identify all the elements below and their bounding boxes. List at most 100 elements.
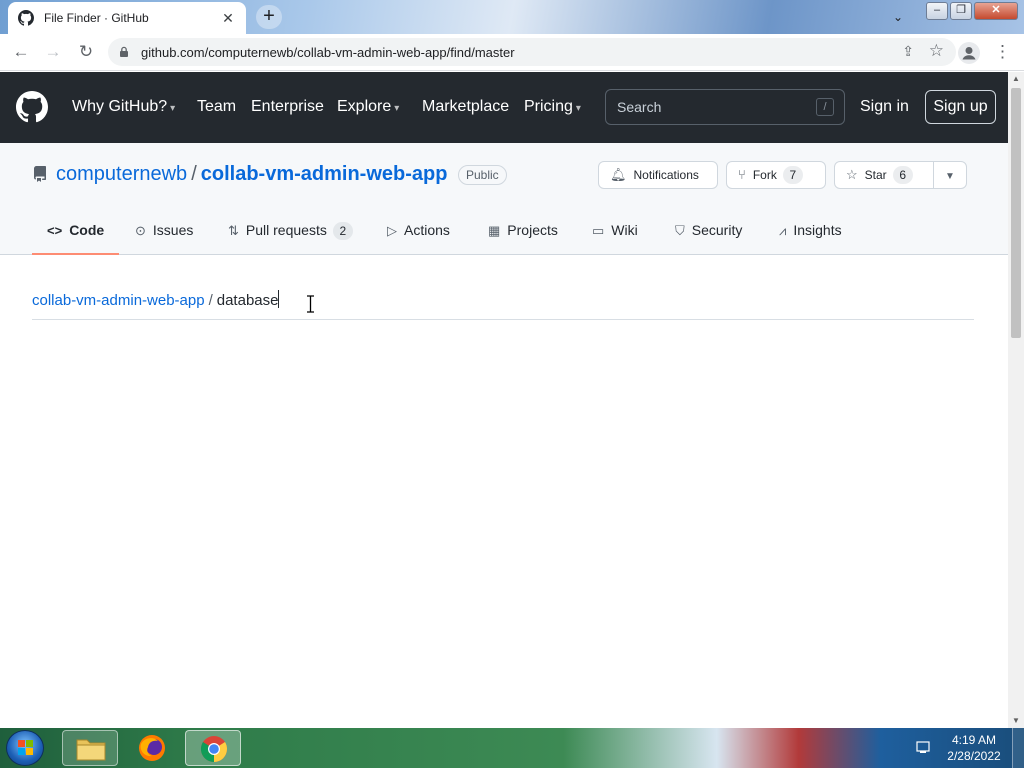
notifications-button[interactable]: 🔔︎ Notifications (598, 161, 718, 189)
nav-label: Explore (337, 98, 392, 115)
search-hotkey-badge: / (816, 98, 834, 116)
nav-marketplace[interactable]: Marketplace (422, 98, 509, 116)
star-dropdown-button[interactable]: ▼ (933, 161, 967, 189)
firefox-icon (139, 735, 165, 761)
tab-projects[interactable]: ▦ Projects (488, 211, 558, 255)
reload-icon[interactable]: ↻ (74, 40, 98, 64)
scrollbar-thumb[interactable] (1011, 88, 1021, 338)
taskbar-chrome[interactable] (185, 730, 241, 766)
file-finder-input[interactable]: database (217, 292, 279, 309)
scroll-down-arrow-icon[interactable]: ▼ (1008, 714, 1024, 728)
fork-count: 7 (782, 166, 803, 184)
table-icon: ▦ (488, 223, 501, 238)
page-scrollbar[interactable]: ▲ ▼ (1008, 72, 1024, 728)
tab-wiki[interactable]: ▭ Wiki (592, 211, 638, 255)
tab-insights[interactable]: ⩘ Insights (779, 211, 842, 255)
tab-actions[interactable]: ▷ Actions (387, 211, 450, 255)
bookmark-star-icon[interactable]: ☆ (929, 41, 944, 61)
search-input[interactable]: Search / (605, 89, 845, 125)
windows-logo-icon (18, 740, 33, 755)
tab-issues[interactable]: ⊙ Issues (135, 211, 193, 255)
lock-icon[interactable] (118, 46, 130, 58)
star-label: Star (864, 168, 887, 182)
window-close-button[interactable]: ✕ (974, 2, 1018, 20)
repo-owner-link[interactable]: computernewb (56, 163, 187, 185)
repo-icon (33, 166, 46, 182)
show-desktop-button[interactable] (1012, 728, 1024, 768)
browser-tab[interactable]: File Finder · GitHub ✕ (8, 2, 246, 34)
window-restore-button[interactable]: ❐ (950, 2, 972, 20)
file-finder: collab-vm-admin-web-app / database (32, 290, 974, 320)
graph-icon: ⩘ (779, 223, 787, 238)
nav-enterprise[interactable]: Enterprise (251, 98, 324, 116)
windows-taskbar: 4:19 AM 2/28/2022 (0, 728, 1024, 768)
browser-tab-strip: File Finder · GitHub ✕ + ⌄ – ❐ ✕ (0, 0, 1024, 34)
nav-label: Team (197, 98, 237, 115)
browser-toolbar: ← → ↻ github.com/computernewb/collab-vm-… (0, 34, 1024, 71)
window-minimize-button[interactable]: – (926, 2, 948, 20)
tab-label: Issues (152, 222, 194, 238)
system-clock[interactable]: 4:19 AM 2/28/2022 (942, 732, 1006, 764)
finder-repo-link[interactable]: collab-vm-admin-web-app (32, 292, 205, 309)
tab-label: Pull requests (245, 222, 327, 238)
nav-pricing[interactable]: Pricing ▾ (524, 98, 581, 116)
fork-icon: ⑂ (738, 167, 746, 182)
tab-search-chevron-icon[interactable]: ⌄ (886, 6, 910, 28)
new-tab-button[interactable]: + (256, 5, 282, 29)
fork-button[interactable]: ⑂ Fork 7 (726, 161, 826, 189)
tab-label: Wiki (611, 222, 638, 238)
chevron-down-icon: ▼ (945, 171, 955, 182)
repo-name-link[interactable]: collab-vm-admin-web-app (201, 163, 448, 185)
taskbar-explorer[interactable] (62, 730, 118, 766)
star-count: 6 (892, 166, 913, 184)
nav-label: Enterprise (251, 98, 324, 115)
chevron-down-icon: ▾ (170, 103, 176, 114)
tab-label: Actions (404, 222, 450, 238)
star-button[interactable]: ☆ Star 6 (834, 161, 934, 189)
sign-in-link[interactable]: Sign in (860, 98, 909, 116)
tab-label: Code (69, 222, 105, 238)
nav-explore[interactable]: Explore ▾ (337, 98, 399, 116)
fork-label: Fork (752, 168, 777, 182)
tab-title: File Finder · GitHub (44, 11, 149, 25)
finder-separator: / (208, 292, 213, 309)
nav-label: Marketplace (422, 98, 510, 115)
tab-security[interactable]: ⛉ Security (675, 211, 742, 255)
issue-icon: ⊙ (135, 223, 146, 238)
repo-tabs: <> Code ⊙ Issues ⇅ Pull requests 2 ▷ Actions … (0, 211, 1008, 255)
address-bar[interactable]: github.com/computernewb/collab-vm-admin-… (108, 38, 956, 66)
share-icon[interactable]: ⇪ (902, 43, 914, 60)
back-arrow-icon[interactable]: ← (9, 40, 33, 64)
profile-avatar-icon[interactable] (958, 42, 980, 64)
pull-request-icon: ⇅ (228, 223, 239, 238)
tab-close-icon[interactable]: ✕ (220, 10, 236, 27)
book-icon: ▭ (592, 223, 605, 238)
path-separator: / (191, 163, 197, 185)
action-center-flag-icon[interactable] (916, 740, 930, 754)
browser-menu-icon[interactable]: ⋮ (994, 40, 1011, 64)
repo-path: computernewb / collab-vm-admin-web-app (56, 163, 447, 186)
nav-team[interactable]: Team (197, 98, 236, 116)
tab-label: Security (691, 222, 743, 238)
github-favicon-icon (18, 10, 34, 26)
bell-icon: 🔔︎ (610, 167, 627, 182)
shield-icon: ⛉ (675, 223, 685, 238)
sign-up-button[interactable]: Sign up (925, 90, 996, 124)
tab-code[interactable]: <> Code (32, 211, 119, 255)
tab-pull-requests[interactable]: ⇅ Pull requests 2 (228, 211, 353, 255)
scroll-up-arrow-icon[interactable]: ▲ (1008, 72, 1024, 86)
taskbar-firefox[interactable] (124, 730, 180, 766)
forward-arrow-icon[interactable]: → (41, 40, 65, 64)
tab-label: Projects (507, 222, 558, 238)
search-placeholder: Search (617, 99, 662, 115)
text-caret (278, 290, 280, 308)
github-logo-icon[interactable] (16, 91, 48, 123)
chevron-down-icon: ▾ (394, 103, 400, 114)
nav-why-github[interactable]: Why GitHub? ▾ (72, 98, 175, 116)
url-text[interactable]: github.com/computernewb/collab-vm-admin-… (141, 45, 515, 60)
start-button[interactable] (6, 730, 44, 766)
nav-label: Why GitHub? (72, 98, 168, 115)
repo-header: computernewb / collab-vm-admin-web-app Pub… (0, 143, 1008, 255)
nav-label: Pricing (524, 98, 573, 115)
tab-label: Insights (793, 222, 842, 238)
